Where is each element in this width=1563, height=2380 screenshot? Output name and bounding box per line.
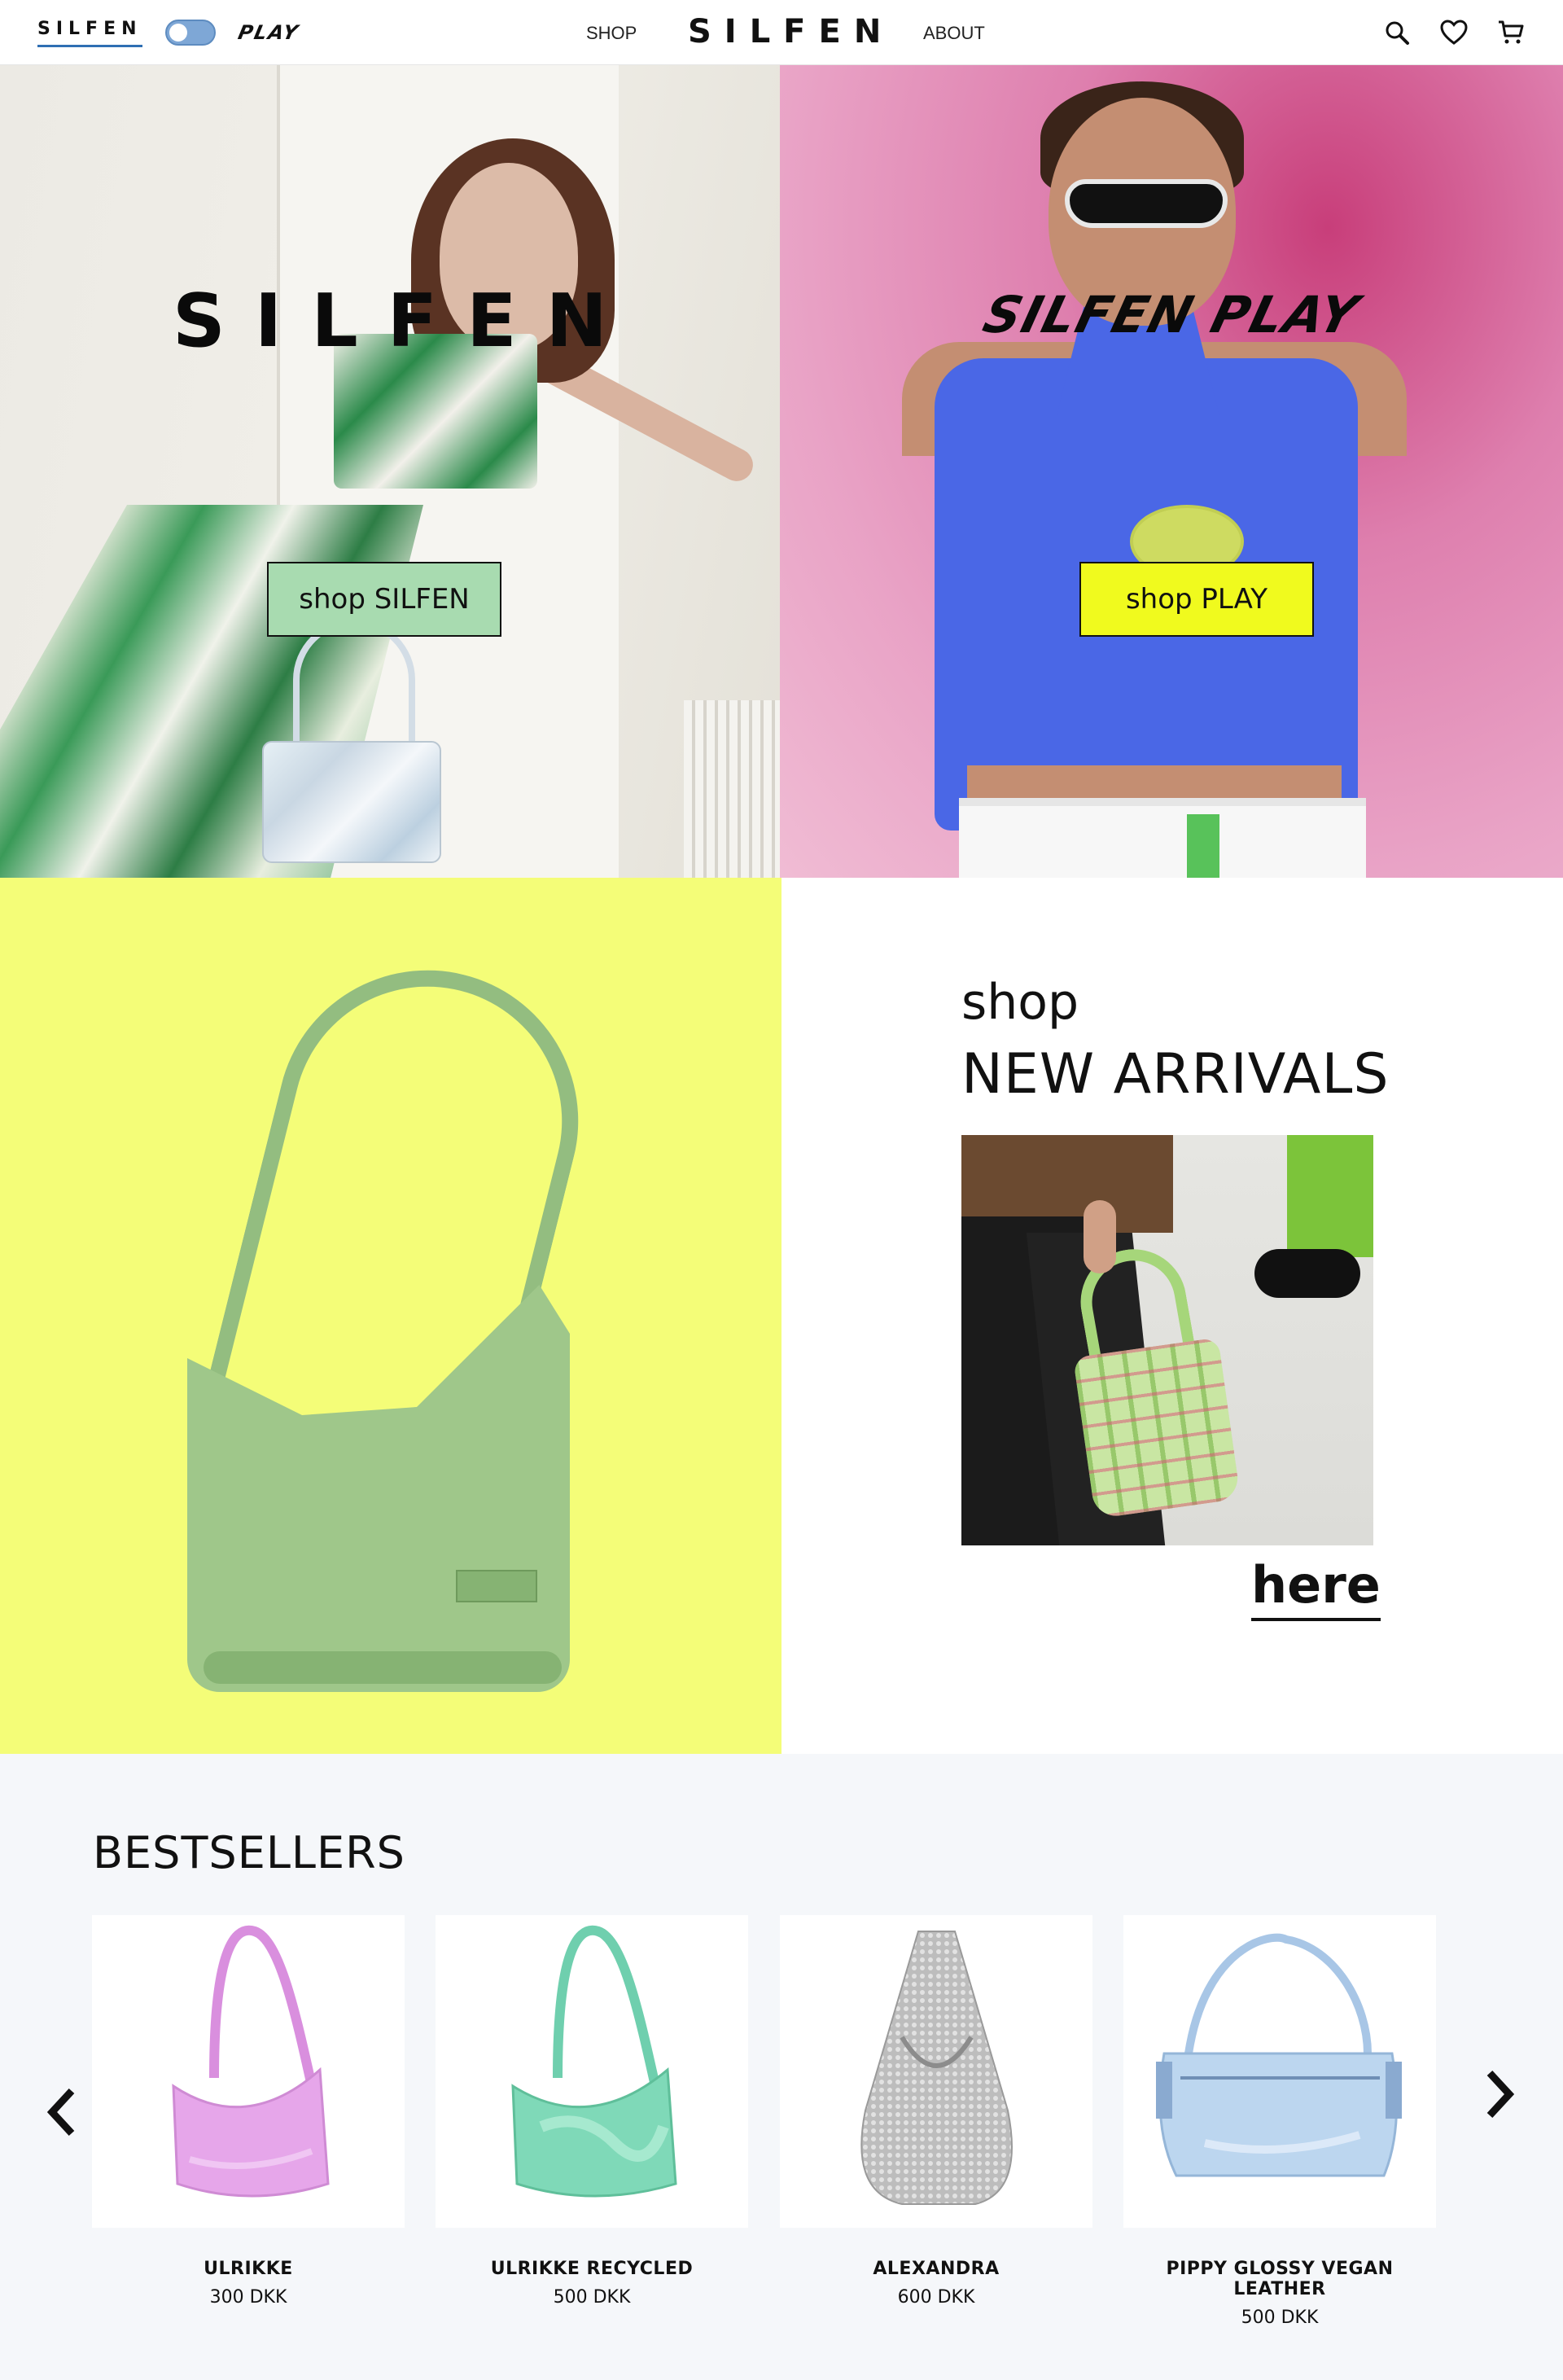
- product-name[interactable]: ULRIKKE RECYCLED: [436, 2259, 748, 2279]
- bag-logo-patch: [456, 1570, 537, 1602]
- pants-green-stripe: [1187, 814, 1219, 878]
- header-actions: [1381, 16, 1527, 49]
- product-card[interactable]: ULRIKKE 300 DKK: [92, 1915, 405, 2308]
- pink-bag-icon: [172, 1925, 330, 2198]
- model-sunglasses: [1065, 179, 1228, 228]
- hero-play-panel[interactable]: SILFEN PLAY shop PLAY: [780, 65, 1563, 878]
- shop-silfen-button[interactable]: shop SILFEN: [267, 562, 501, 637]
- product-name[interactable]: ULRIKKE: [92, 2259, 405, 2279]
- hero-bag: [262, 741, 441, 863]
- background-radiator: [684, 700, 780, 878]
- new-arrivals-kicker: shop: [961, 974, 1079, 1031]
- chevron-right-icon[interactable]: [1475, 2062, 1524, 2127]
- product-name[interactable]: ALEXANDRA: [780, 2259, 1092, 2279]
- brand-play-link[interactable]: PLAY: [236, 21, 301, 44]
- product-image[interactable]: [780, 1915, 1092, 2228]
- green-bag-icon: [511, 1925, 677, 2198]
- chevron-left-icon[interactable]: [37, 2080, 86, 2145]
- bestsellers-title: BESTSELLERS: [93, 1827, 405, 1878]
- bag-bottom-shade: [204, 1651, 562, 1684]
- model-pants-white: [959, 798, 1366, 878]
- brand-switch: SILFEN PLAY: [37, 16, 301, 49]
- photo-shoe: [1254, 1249, 1360, 1298]
- new-arrivals-title: NEW ARRIVALS: [961, 1042, 1390, 1107]
- site-header: SILFEN PLAY SHOP SILFEN ABOUT: [0, 0, 1563, 65]
- photo-checked-bag: [1072, 1337, 1241, 1519]
- nav-shop-link[interactable]: SHOP: [586, 23, 637, 44]
- cart-icon[interactable]: [1495, 16, 1527, 49]
- product-price: 500 DKK: [1241, 2308, 1319, 2328]
- product-card[interactable]: PIPPY GLOSSY VEGAN LEATHER 500 DKK: [1123, 1915, 1436, 2328]
- hero-silfen-logo: SILFEN: [173, 278, 637, 364]
- toggle-knob: [169, 24, 187, 42]
- site-logo[interactable]: SILFEN: [688, 13, 894, 50]
- nav-about-link[interactable]: ABOUT: [923, 23, 985, 44]
- new-arrivals-promo: shop NEW ARRIVALS here: [782, 878, 1563, 1754]
- hero-silfen-panel[interactable]: SILFEN shop SILFEN: [0, 65, 780, 878]
- product-image[interactable]: [1123, 1915, 1436, 2228]
- product-name[interactable]: PIPPY GLOSSY VEGAN LEATHER: [1123, 2259, 1436, 2299]
- new-arrivals-here-link[interactable]: here: [1251, 1555, 1381, 1621]
- photo-hand: [1084, 1200, 1116, 1273]
- new-arrivals-product-panel[interactable]: [0, 878, 782, 1754]
- product-image[interactable]: [92, 1915, 405, 2228]
- bestsellers-section: BESTSELLERS ULRIKKE 300 DKK ULRIKKE RECY…: [0, 1754, 1563, 2380]
- hero-bag-strap: [293, 619, 415, 757]
- heart-icon[interactable]: [1438, 16, 1470, 49]
- search-icon[interactable]: [1381, 16, 1413, 49]
- product-price: 600 DKK: [897, 2287, 975, 2308]
- product-card[interactable]: ULRIKKE RECYCLED 500 DKK: [436, 1915, 748, 2308]
- product-price: 500 DKK: [553, 2287, 631, 2308]
- blue-bag-icon: [1156, 1933, 1402, 2177]
- photo-green-pants: [1287, 1135, 1373, 1257]
- brand-silfen-link[interactable]: SILFEN: [37, 19, 142, 47]
- product-image[interactable]: [436, 1915, 748, 2228]
- product-price: 300 DKK: [209, 2287, 287, 2308]
- shop-play-button[interactable]: shop PLAY: [1079, 562, 1314, 637]
- product-card[interactable]: ALEXANDRA 600 DKK: [780, 1915, 1092, 2308]
- brand-toggle[interactable]: [164, 20, 216, 46]
- hero-play-logo: SILFEN PLAY: [977, 285, 1366, 344]
- new-arrivals-photo[interactable]: [961, 1135, 1373, 1545]
- silver-bag-icon: [860, 1931, 1013, 2205]
